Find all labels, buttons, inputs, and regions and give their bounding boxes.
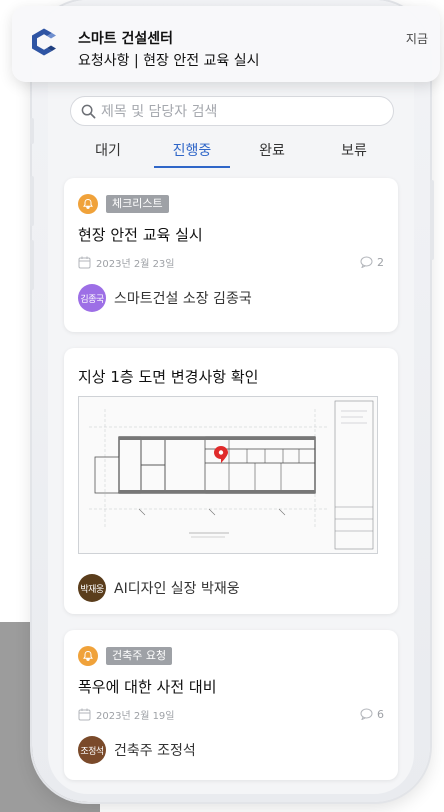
- task-card[interactable]: 체크리스트 현장 안전 교육 실시 2023년 2월 23일 2 김종국 스마트…: [64, 178, 398, 332]
- search-icon: [81, 104, 96, 119]
- app-screen: 대기 진행중 완료 보류 체크리스트 현장 안전 교육 실시 2023년 2월 …: [48, 14, 414, 794]
- comment-count: 2: [360, 256, 384, 269]
- calendar-icon: [78, 708, 91, 720]
- task-card[interactable]: 지상 1층 도면 변경사항 확인 박재웅 AI디자인 실장 박재웅: [64, 348, 398, 614]
- task-date: 2023년 2월 23일: [96, 258, 175, 270]
- tab-in-progress[interactable]: 진행중: [162, 140, 222, 160]
- task-title: 폭우에 대한 사전 대비: [78, 678, 217, 696]
- task-title: 지상 1층 도면 변경사항 확인: [78, 368, 259, 386]
- comment-icon: [360, 256, 373, 268]
- location-pin-icon: [214, 446, 228, 463]
- task-title: 현장 안전 교육 실시: [78, 226, 203, 244]
- tab-on-hold[interactable]: 보류: [324, 140, 384, 160]
- assignee-name: AI디자인 실장 박재웅: [114, 581, 240, 597]
- tag-row: 체크리스트: [78, 194, 169, 214]
- comment-count-value: 6: [377, 707, 384, 721]
- search-bar[interactable]: [70, 96, 394, 126]
- phone-side-button: [30, 176, 34, 226]
- avatar: 조정석: [78, 736, 106, 764]
- phone-side-button: [30, 240, 34, 290]
- notification-message: 요청사항 | 현장 안전 교육 실시: [78, 53, 260, 69]
- bell-icon: [78, 646, 98, 666]
- bell-icon: [78, 194, 98, 214]
- status-tabs: 대기 진행중 완료 보류: [48, 136, 414, 170]
- phone-side-button: [30, 118, 34, 144]
- assignee-row: 박재웅 AI디자인 실장 박재웅: [78, 574, 240, 602]
- task-card[interactable]: 건축주 요청 폭우에 대한 사전 대비 2023년 2월 19일 6 조정석 건…: [64, 630, 398, 780]
- comment-icon: [360, 708, 373, 720]
- tag-row: 건축주 요청: [78, 646, 173, 666]
- calendar-icon: [78, 256, 91, 268]
- push-notification[interactable]: 스마트 건설센터 요청사항 | 현장 안전 교육 실시 지금: [12, 6, 440, 82]
- c-logo-icon: [32, 28, 56, 56]
- search-input[interactable]: [101, 102, 381, 122]
- comment-count: 6: [360, 708, 384, 721]
- notification-time: 지금: [405, 32, 428, 46]
- avatar: 박재웅: [78, 574, 106, 602]
- avatar: 김종국: [78, 284, 106, 312]
- assignee-row: 김종국 스마트건설 소장 김종국: [78, 284, 252, 312]
- category-tag: 체크리스트: [106, 195, 169, 213]
- notification-app-name: 스마트 건설센터: [78, 31, 174, 47]
- category-tag: 건축주 요청: [106, 647, 173, 665]
- floor-plan-image[interactable]: [78, 396, 378, 554]
- phone-side-button: [430, 180, 434, 260]
- meta-row: 2023년 2월 19일 6: [78, 706, 384, 722]
- assignee-row: 조정석 건축주 조정석: [78, 736, 196, 764]
- tab-waiting[interactable]: 대기: [78, 140, 138, 160]
- task-date: 2023년 2월 19일: [96, 710, 175, 722]
- meta-row: 2023년 2월 23일 2: [78, 254, 384, 270]
- active-tab-indicator: [154, 166, 230, 168]
- assignee-name: 스마트건설 소장 김종국: [114, 291, 252, 307]
- comment-count-value: 2: [377, 255, 384, 269]
- assignee-name: 건축주 조정석: [114, 743, 196, 759]
- floor-plan-drawing: [89, 400, 374, 550]
- tab-completed[interactable]: 완료: [242, 140, 302, 160]
